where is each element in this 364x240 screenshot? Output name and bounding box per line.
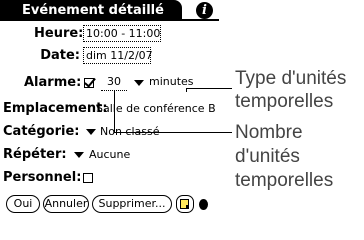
ok-button[interactable]: Oui [6,195,40,213]
heure-label: Heure: [34,26,84,41]
title-underline [0,19,219,21]
unit-count-callout-line3: temporelles [235,170,334,191]
date-label: Date: [40,48,80,63]
private-checkbox[interactable] [83,173,93,183]
repeat-picker[interactable]: Aucune [89,147,130,163]
cancel-button[interactable]: Annuler [43,195,89,213]
unit-count-callout-line2: d'unités [235,146,300,167]
personnel-label: Personnel: [3,170,82,185]
dropdown-triangle-icon[interactable] [74,152,84,158]
repeter-label: Répéter: [3,147,67,162]
dropdown-triangle-icon[interactable] [134,80,144,86]
categorie-label: Catégorie: [3,124,80,139]
page-title: Evénement détaillé [0,0,182,21]
unit-type-callout-line2: temporelles [235,91,334,112]
alarm-checkbox[interactable] [84,78,94,88]
title-bar: Evénement détaillé [0,0,219,21]
unit-type-callout-line [186,88,232,89]
alarme-label: Alarme: [24,75,82,90]
time-field[interactable]: 10:00 - 11:00 [83,25,161,42]
dropdown-triangle-icon[interactable] [86,129,96,135]
graffiti-indicator [199,199,208,210]
palm-event-details-screen: Evénement détaillé i Heure: 10:00 - 11:0… [0,0,219,221]
unit-count-callout-line1: Nombre [235,122,303,143]
emplacement-label: Emplacement: [3,101,108,116]
unit-count-callout-vertical [114,91,115,132]
alarm-amount-field[interactable]: 30 [101,74,127,91]
info-icon[interactable]: i [196,2,213,19]
delete-button[interactable]: Supprimer... [92,195,172,213]
unit-type-callout-line1: Type d'unités [235,68,347,89]
unit-count-callout-line [114,132,232,133]
unit-type-callout-tick [186,88,187,92]
note-icon[interactable] [176,195,194,213]
date-field[interactable]: dim 11/2/07 [83,47,153,64]
